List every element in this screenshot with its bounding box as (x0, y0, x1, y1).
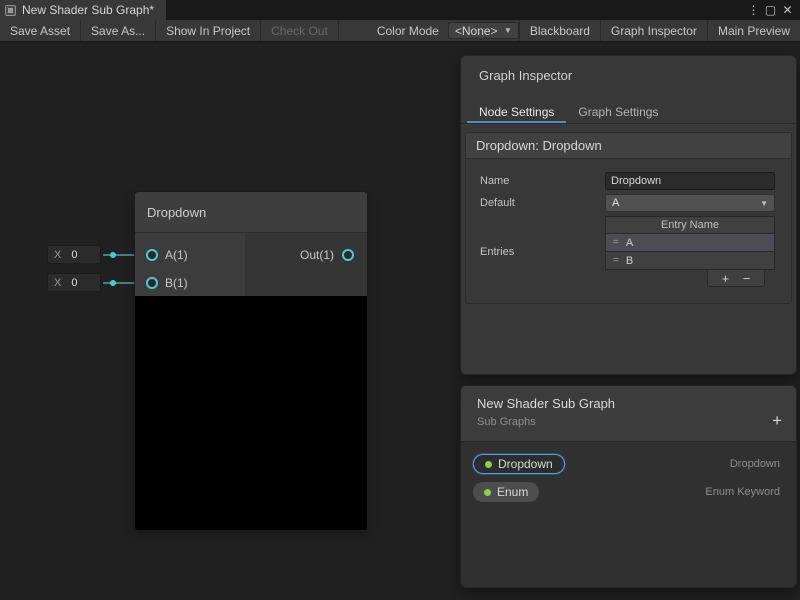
document-tab[interactable]: New Shader Sub Graph* (0, 0, 166, 20)
blackboard-body: Dropdown Dropdown Enum Enum Keyword (461, 442, 796, 506)
color-mode-value: <None> (455, 24, 498, 38)
entries-field-row: Entries Entry Name = A = B (466, 216, 775, 287)
default-label: Default (466, 197, 605, 209)
graph-inspector-panel: Graph Inspector Node Settings Graph Sett… (460, 55, 797, 375)
default-field-row: Default A ▼ (466, 194, 775, 212)
entry-row-b[interactable]: = B (605, 252, 775, 270)
main-preview-toggle-button[interactable]: Main Preview (707, 20, 800, 41)
axis-x-label: X (54, 249, 61, 261)
port-a-default-field[interactable]: X 0 (47, 245, 101, 264)
window-maximize-icon[interactable]: ▢ (762, 0, 779, 20)
drag-handle-icon[interactable]: = (606, 255, 626, 267)
show-in-project-button[interactable]: Show In Project (156, 20, 261, 41)
drag-handle-icon[interactable]: = (606, 237, 626, 249)
check-out-button: Check Out (261, 20, 339, 41)
input-port-b-label: B(1) (165, 276, 188, 290)
toolbar-right-group: Blackboard Graph Inspector Main Preview (519, 20, 800, 41)
property-name: Dropdown (498, 457, 553, 471)
enum-property-pill[interactable]: Enum (473, 482, 539, 502)
name-label: Name (466, 175, 605, 187)
output-port[interactable] (342, 249, 354, 261)
property-type-label: Dropdown (730, 458, 780, 470)
window-controls: ⋮ ▢ ✕ (745, 0, 800, 20)
port-a-value[interactable]: 0 (71, 249, 77, 261)
window-close-icon[interactable]: ✕ (779, 0, 796, 20)
name-input[interactable] (605, 172, 775, 190)
blackboard-item-enum: Enum Enum Keyword (461, 478, 796, 506)
add-entry-button[interactable]: + (722, 272, 730, 285)
blackboard-panel: New Shader Sub Graph Sub Graphs + Dropdo… (460, 385, 797, 588)
node-header[interactable]: Dropdown (135, 192, 367, 233)
chevron-down-icon: ▼ (760, 199, 768, 208)
entries-label: Entries (466, 246, 605, 258)
shader-graph-icon (5, 5, 16, 16)
entries-list-footer: + − (605, 270, 775, 287)
graph-inspector-title: Graph Inspector (461, 56, 796, 83)
graph-inspector-toggle-button[interactable]: Graph Inspector (600, 20, 707, 41)
output-port-label: Out(1) (300, 248, 334, 262)
node-preview (135, 296, 367, 530)
port-row-out: Out(1) (300, 245, 354, 265)
entry-name: A (626, 237, 633, 249)
section-title: Dropdown: Dropdown (466, 133, 791, 159)
remove-entry-button[interactable]: − (743, 272, 751, 285)
property-name: Enum (497, 485, 528, 499)
entries-list: Entry Name = A = B + − (605, 216, 775, 287)
edge-dot (110, 252, 116, 258)
port-b-value[interactable]: 0 (71, 277, 77, 289)
port-row-a: A(1) (146, 245, 188, 265)
default-dropdown-value: A (612, 197, 619, 209)
axis-x-label: X (54, 277, 61, 289)
property-type-label: Enum Keyword (705, 486, 780, 498)
name-field-row: Name (466, 171, 775, 190)
node-settings-section: Dropdown: Dropdown Name Default A ▼ (465, 132, 792, 304)
tab-node-settings[interactable]: Node Settings (467, 100, 566, 123)
window-menu-icon[interactable]: ⋮ (745, 0, 762, 20)
shader-graph-window: New Shader Sub Graph* ⋮ ▢ ✕ Save Asset S… (0, 0, 800, 600)
add-property-button[interactable]: + (772, 412, 782, 429)
dropdown-property-pill[interactable]: Dropdown (473, 454, 565, 474)
dropdown-node[interactable]: Dropdown A(1) B(1) Out(1) (135, 192, 367, 530)
blackboard-title: New Shader Sub Graph (461, 386, 796, 411)
property-dot-icon (484, 489, 491, 496)
entries-list-header: Entry Name (605, 216, 775, 234)
default-dropdown[interactable]: A ▼ (605, 194, 775, 212)
save-asset-button[interactable]: Save Asset (0, 20, 81, 41)
input-port-a[interactable] (146, 249, 158, 261)
chevron-down-icon: ▼ (504, 26, 512, 35)
port-b-default-field[interactable]: X 0 (47, 273, 101, 292)
section-body: Name Default A ▼ Entries (466, 159, 791, 303)
titlebar: New Shader Sub Graph* ⋮ ▢ ✕ (0, 0, 800, 20)
document-tab-title: New Shader Sub Graph* (22, 3, 154, 17)
save-as-button[interactable]: Save As... (81, 20, 156, 41)
color-mode-label: Color Mode (369, 20, 448, 41)
node-body: A(1) B(1) Out(1) (135, 233, 367, 296)
node-title: Dropdown (147, 205, 206, 220)
blackboard-toggle-button[interactable]: Blackboard (519, 20, 600, 41)
port-row-b: B(1) (146, 273, 188, 293)
color-mode-dropdown[interactable]: <None> ▼ (448, 22, 519, 39)
property-dot-icon (485, 461, 492, 468)
edge-dot (110, 280, 116, 286)
entry-row-a[interactable]: = A (605, 234, 775, 252)
blackboard-item-dropdown: Dropdown Dropdown (461, 450, 796, 478)
entry-name: B (626, 255, 633, 267)
blackboard-header: New Shader Sub Graph Sub Graphs + (461, 386, 796, 442)
inspector-tabs: Node Settings Graph Settings (461, 100, 796, 124)
input-port-b[interactable] (146, 277, 158, 289)
toolbar: Save Asset Save As... Show In Project Ch… (0, 20, 800, 42)
tab-graph-settings[interactable]: Graph Settings (566, 100, 670, 123)
input-port-a-label: A(1) (165, 248, 188, 262)
blackboard-subtitle: Sub Graphs (461, 411, 796, 428)
